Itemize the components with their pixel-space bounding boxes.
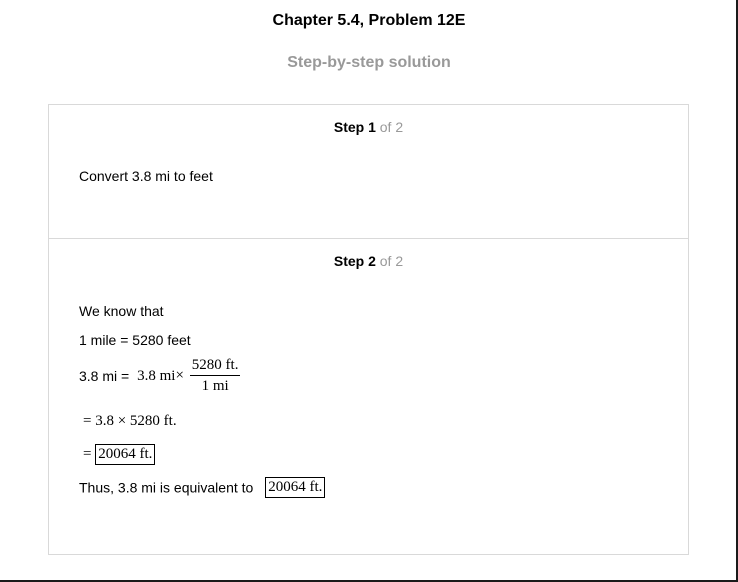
equation-3: = 20064 ft. (83, 444, 156, 465)
times-sign: × (175, 367, 184, 384)
step-2: Step 2 of 2 We know that 1 mile = 5280 f… (49, 239, 688, 554)
fraction-numerator: 5280 ft. (189, 357, 241, 376)
step-1-label: Step 1 (333, 119, 376, 135)
fraction-denominator: 1 mi (201, 378, 229, 394)
equation-1-left: 3.8 mi = (79, 368, 134, 384)
step-1-text: Convert 3.8 mi to feet (79, 168, 213, 184)
solution-subtitle: Step-by-step solution (287, 54, 451, 71)
step-2-header: Step 2 of 2 (49, 253, 688, 269)
step-1-header: Step 1 of 2 (49, 119, 688, 135)
boxed-result: 20064 ft. (95, 444, 156, 465)
step-1-count: of 2 (379, 119, 404, 135)
step-1: Step 1 of 2 Convert 3.8 mi to feet (49, 105, 688, 239)
solution-box: Step 1 of 2 Convert 3.8 mi to feet Step … (48, 104, 689, 555)
step-2-label: Step 2 (333, 253, 376, 269)
conclusion-text: Thus, 3.8 mi is equivalent to (79, 479, 254, 496)
equation-2-expression: 3.8 × 5280 ft. (95, 413, 177, 429)
equation-2-equals: = (83, 413, 92, 429)
conversion-fact: 1 mile = 5280 feet (79, 332, 191, 348)
chapter-title: Chapter 5.4, Problem 12E (272, 12, 466, 29)
conversion-fraction: 5280 ft. 1 mi (189, 357, 241, 395)
equation-2: = 3.8 × 5280 ft. (83, 413, 177, 430)
step-2-count: of 2 (379, 253, 404, 269)
conclusion-line: Thus, 3.8 mi is equivalent to 20064 ft. (79, 477, 326, 498)
we-know-text: We know that (79, 303, 164, 319)
equation-1: 3.8 mi = 3.8 mi× 5280 ft. 1 mi (79, 357, 241, 395)
conclusion-boxed-result: 20064 ft. (265, 477, 326, 498)
equation-1-factor: 3.8 mi (137, 367, 176, 384)
equation-3-equals: = (83, 446, 92, 462)
